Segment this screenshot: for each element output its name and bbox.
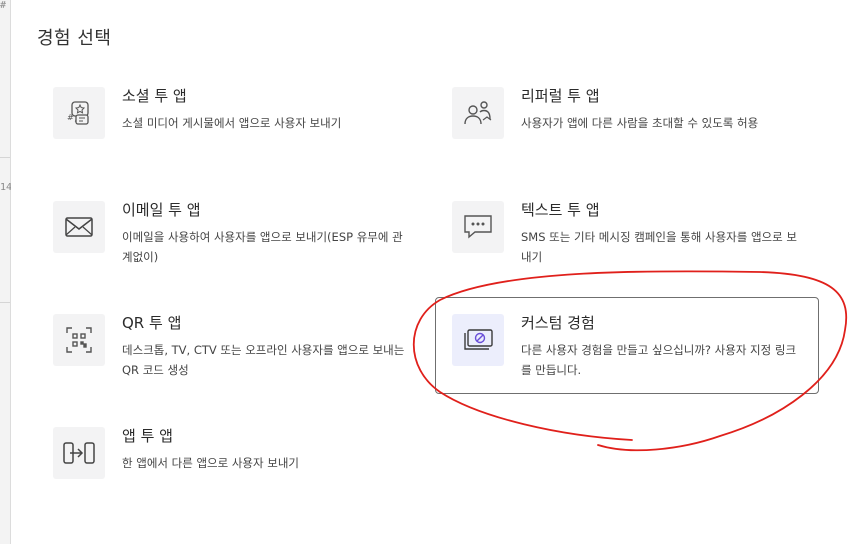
- option-email-to-app[interactable]: 이메일 투 앱 이메일을 사용하여 사용자를 앱으로 보내기(ESP 유무에 관…: [36, 184, 420, 281]
- option-qr-to-app[interactable]: QR 투 앱 데스크톱, TV, CTV 또는 오프라인 사용자를 앱으로 보내…: [36, 297, 420, 394]
- option-custom-experience[interactable]: 커스텀 경험 다른 사용자 경험을 만들고 싶으십니까? 사용자 지정 링크를 …: [435, 297, 819, 394]
- option-description: 소셜 미디어 게시물에서 앱으로 사용자 보내기: [122, 116, 342, 130]
- option-title: 이메일 투 앱: [122, 201, 201, 219]
- option-description: 한 앱에서 다른 앱으로 사용자 보내기: [122, 456, 299, 470]
- app-to-app-icon: [53, 427, 105, 479]
- select-experience-dialog: 경험 선택 # 소셜 투 앱 소셜 미디어 게시물에서 앱으로 사용자 보내기: [11, 0, 850, 544]
- option-description: 다른 사용자 경험을 만들고 싶으십니까? 사용자 지정 링크를 만듭니다.: [521, 343, 797, 377]
- option-title: 리퍼럴 투 앱: [521, 87, 600, 105]
- option-description: 데스크톱, TV, CTV 또는 오프라인 사용자를 앱으로 보내는 QR 코드…: [122, 343, 405, 377]
- background-divider: [0, 302, 10, 303]
- option-title: QR 투 앱: [122, 314, 182, 332]
- social-post-icon: #: [53, 87, 105, 139]
- background-text-fragment: #: [0, 0, 7, 11]
- option-title: 텍스트 투 앱: [521, 201, 600, 219]
- svg-text:#: #: [67, 113, 74, 122]
- option-social-to-app[interactable]: # 소셜 투 앱 소셜 미디어 게시물에서 앱으로 사용자 보내기: [36, 70, 420, 167]
- qr-code-icon: [53, 314, 105, 366]
- option-description: 이메일을 사용하여 사용자를 앱으로 보내기(ESP 유무에 관계없이): [122, 230, 403, 264]
- option-referral-to-app[interactable]: 리퍼럴 투 앱 사용자가 앱에 다른 사람을 초대할 수 있도록 허용: [435, 70, 819, 167]
- envelope-icon: [53, 201, 105, 253]
- dialog-title: 경험 선택: [37, 28, 112, 49]
- referral-users-icon: [452, 87, 504, 139]
- option-title: 커스텀 경험: [521, 314, 595, 332]
- background-window-edge: # 14: [0, 0, 12, 544]
- option-app-to-app[interactable]: 앱 투 앱 한 앱에서 다른 앱으로 사용자 보내기: [36, 410, 420, 507]
- background-divider: [0, 157, 10, 158]
- option-description: SMS 또는 기타 메시징 캠페인을 통해 사용자를 앱으로 보내기: [521, 230, 797, 264]
- custom-link-icon: [452, 314, 504, 366]
- chat-bubble-icon: [452, 201, 504, 253]
- option-title: 소셜 투 앱: [122, 87, 187, 105]
- option-title: 앱 투 앱: [122, 427, 173, 445]
- option-text-to-app[interactable]: 텍스트 투 앱 SMS 또는 기타 메시징 캠페인을 통해 사용자를 앱으로 보…: [435, 184, 819, 281]
- option-description: 사용자가 앱에 다른 사람을 초대할 수 있도록 허용: [521, 116, 759, 130]
